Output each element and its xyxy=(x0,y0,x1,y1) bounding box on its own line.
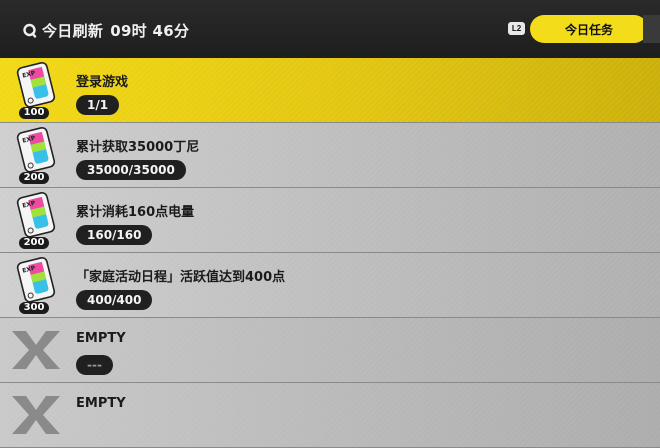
empty-x-icon xyxy=(12,396,60,434)
header-bar: 今日刷新 09时 46分 L2 今日任务 xyxy=(0,0,660,58)
reward-icon: EXP 100 xyxy=(10,61,60,119)
reward-count: 200 xyxy=(19,172,49,184)
reward-icon: EXP 300 xyxy=(10,256,60,314)
refresh-label: 今日刷新 xyxy=(42,21,104,40)
ticket-icon: EXP xyxy=(16,126,56,173)
reward-count: 200 xyxy=(19,237,49,249)
reward-icon: EXP 200 xyxy=(10,126,60,184)
refresh-timer: 今日刷新 09时 46分 xyxy=(22,19,189,41)
reward-icon: EXP 200 xyxy=(10,191,60,249)
empty-x-icon xyxy=(12,331,60,369)
refresh-icon xyxy=(23,23,37,38)
task-progress: 400/400 xyxy=(76,290,153,310)
task-title: 累计消耗160点电量 xyxy=(76,205,195,220)
task-progress: --- xyxy=(76,355,113,375)
task-title: 累计获取35000丁尼 xyxy=(76,140,200,155)
task-row[interactable]: EXP 200 累计获取35000丁尼 35000/35000 xyxy=(0,123,660,188)
task-row[interactable]: EXP 100 登录游戏 1/1 xyxy=(0,58,660,123)
task-list: EXP 100 登录游戏 1/1 EXP 200 累计获取35000丁尼 350… xyxy=(0,58,660,448)
ticket-icon: EXP xyxy=(16,191,56,238)
task-row[interactable]: EXP 200 累计消耗160点电量 160/160 xyxy=(0,188,660,253)
refresh-time: 09时 46分 xyxy=(110,21,190,40)
task-title: EMPTY xyxy=(76,331,126,346)
reward-count: 100 xyxy=(19,107,49,119)
task-progress: 160/160 xyxy=(76,225,153,245)
ticket-icon: EXP xyxy=(16,256,56,303)
task-row[interactable]: EXP 300 「家庭活动日程」活跃值达到400点 400/400 xyxy=(0,253,660,318)
task-progress: 35000/35000 xyxy=(76,160,186,180)
ticket-icon: EXP xyxy=(16,61,56,108)
task-progress: 1/1 xyxy=(76,95,120,115)
l2-button-hint: L2 xyxy=(508,22,525,35)
empty-task-row: EMPTY --- xyxy=(0,318,660,383)
task-title: EMPTY xyxy=(76,396,126,411)
task-title: 「家庭活动日程」活跃值达到400点 xyxy=(76,270,286,285)
task-title: 登录游戏 xyxy=(76,75,129,90)
tab-next[interactable] xyxy=(643,15,660,43)
reward-count: 300 xyxy=(19,302,49,314)
tab-daily-tasks[interactable]: 今日任务 xyxy=(530,15,648,43)
empty-task-row: EMPTY xyxy=(0,383,660,448)
